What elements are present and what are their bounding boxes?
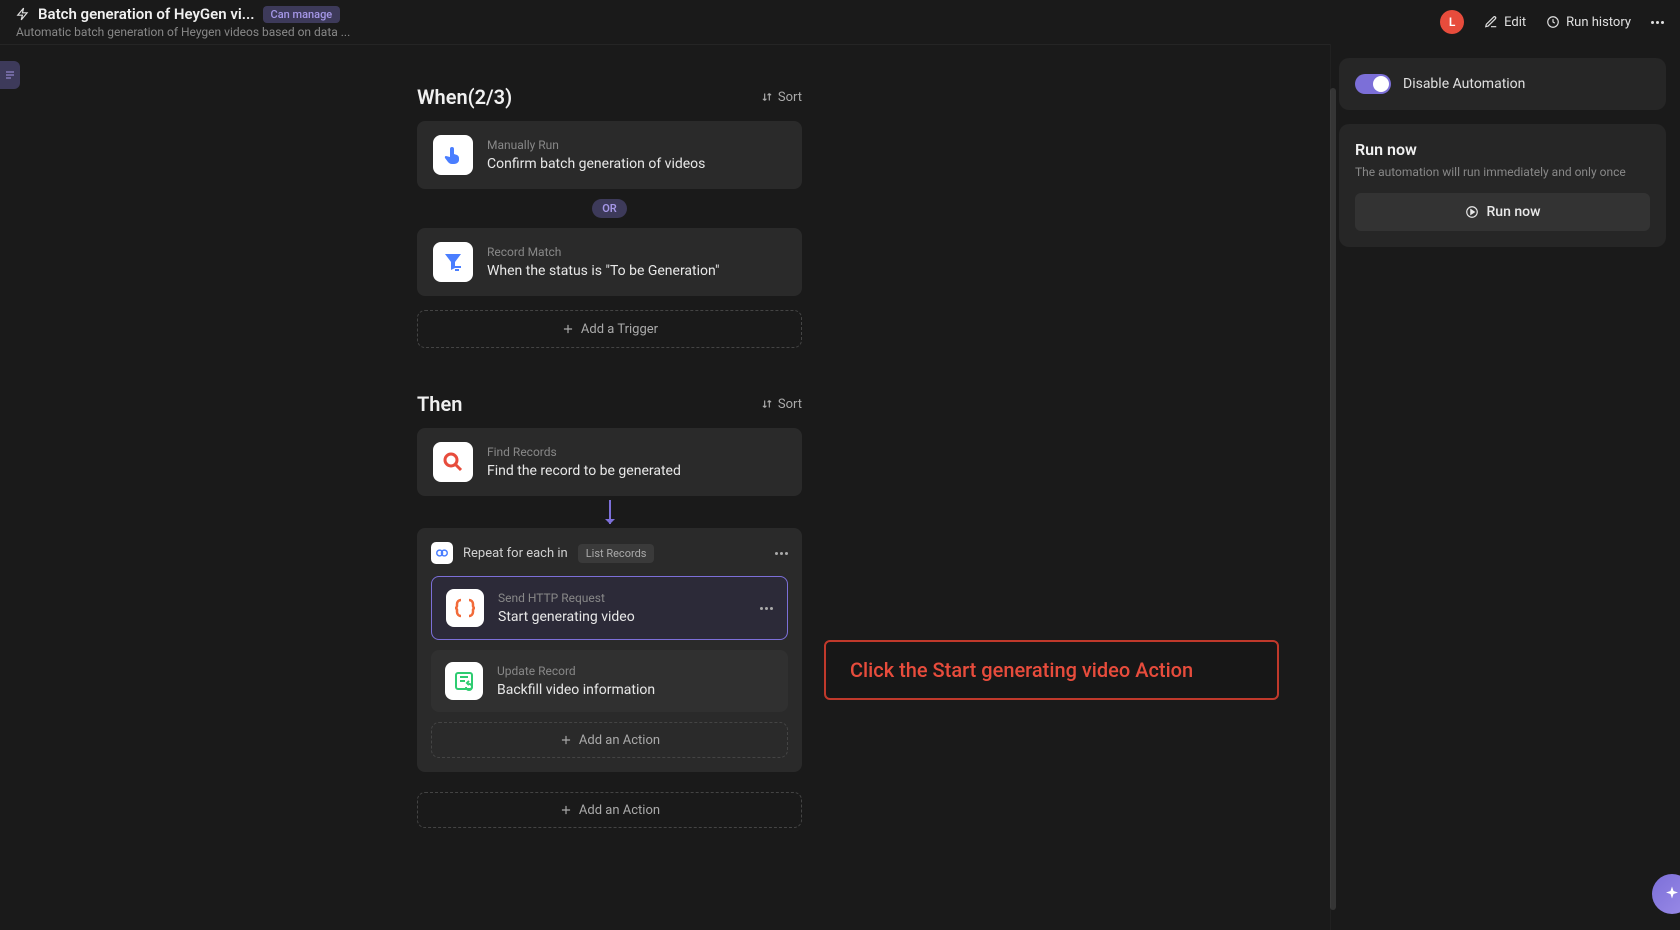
card-body: Find Records Find the record to be gener… <box>487 445 786 479</box>
card-body: Update Record Backfill video information <box>497 664 774 698</box>
action-type: Find Records <box>487 445 786 459</box>
add-action-label: Add an Action <box>579 733 660 748</box>
card-body: Record Match When the status is "To be G… <box>487 245 786 279</box>
page-title: Batch generation of HeyGen vi... <box>38 5 255 23</box>
add-action-button[interactable]: Add an Action <box>417 792 802 828</box>
search-icon <box>433 442 473 482</box>
action-more-button[interactable] <box>760 607 773 610</box>
then-sort-button[interactable]: Sort <box>760 397 802 412</box>
filter-icon <box>433 242 473 282</box>
hand-tap-icon <box>433 135 473 175</box>
sort-label: Sort <box>778 90 802 105</box>
disable-automation-toggle[interactable] <box>1355 74 1391 94</box>
edit-label: Edit <box>1504 15 1526 30</box>
more-menu-button[interactable] <box>1651 21 1664 24</box>
callout-text: Click the Start generating video Action <box>850 658 1193 682</box>
loop-label: Repeat for each in <box>463 546 568 561</box>
action-type: Update Record <box>497 664 774 678</box>
update-record-icon <box>445 662 483 700</box>
loop-container: Repeat for each in List Records Send HTT… <box>417 528 802 772</box>
flow-connector <box>609 500 611 524</box>
loop-add-action-button[interactable]: Add an Action <box>431 722 788 758</box>
toggle-row: Disable Automation <box>1355 74 1650 94</box>
run-now-button[interactable]: Run now <box>1355 193 1650 231</box>
workflow-column: When(2/3) Sort Manually Run Confirm batc… <box>417 85 802 828</box>
header-right: L Edit Run history <box>1440 10 1664 34</box>
run-now-desc: The automation will run immediately and … <box>1355 165 1650 179</box>
run-now-button-label: Run now <box>1487 204 1541 220</box>
action-start-generating-video[interactable]: Send HTTP Request Start generating video <box>431 576 788 640</box>
workflow-canvas[interactable]: When(2/3) Sort Manually Run Confirm batc… <box>0 44 1330 930</box>
card-body: Manually Run Confirm batch generation of… <box>487 138 786 172</box>
disable-automation-card: Disable Automation <box>1339 58 1666 110</box>
run-history-label: Run history <box>1566 15 1631 30</box>
expand-sidebar-tab[interactable] <box>0 61 20 89</box>
add-action-label: Add an Action <box>579 803 660 818</box>
loop-more-button[interactable] <box>775 552 788 555</box>
run-now-card: Run now The automation will run immediat… <box>1339 124 1666 247</box>
instruction-callout: Click the Start generating video Action <box>824 640 1279 700</box>
trigger-title: When the status is "To be Generation" <box>487 263 786 279</box>
action-type: Send HTTP Request <box>498 591 746 605</box>
permission-badge: Can manage <box>263 6 341 23</box>
run-history-button[interactable]: Run history <box>1546 15 1631 30</box>
http-icon <box>446 589 484 627</box>
run-now-title: Run now <box>1355 140 1650 159</box>
then-section: Then Sort Find Records Find the record t… <box>417 392 802 828</box>
then-title: Then <box>417 392 462 416</box>
trigger-title: Confirm batch generation of videos <box>487 156 786 172</box>
main: When(2/3) Sort Manually Run Confirm batc… <box>0 44 1680 930</box>
sort-label: Sort <box>778 397 802 412</box>
action-title: Backfill video information <box>497 682 774 698</box>
loop-source-pill[interactable]: List Records <box>578 544 655 563</box>
title-row: Batch generation of HeyGen vi... Can man… <box>16 5 350 23</box>
or-separator: OR <box>592 199 627 218</box>
loop-header: Repeat for each in List Records <box>431 542 788 564</box>
header: Batch generation of HeyGen vi... Can man… <box>0 0 1680 44</box>
trigger-manually-run[interactable]: Manually Run Confirm batch generation of… <box>417 121 802 189</box>
edit-button[interactable]: Edit <box>1484 15 1526 30</box>
add-trigger-button[interactable]: Add a Trigger <box>417 310 802 348</box>
trigger-type: Record Match <box>487 245 786 259</box>
right-panel: Disable Automation Run now The automatio… <box>1330 44 1680 930</box>
add-trigger-label: Add a Trigger <box>581 322 658 337</box>
then-section-head: Then Sort <box>417 392 802 416</box>
automation-bolt-icon <box>16 7 30 21</box>
action-title: Find the record to be generated <box>487 463 786 479</box>
loop-icon <box>431 542 453 564</box>
when-sort-button[interactable]: Sort <box>760 90 802 105</box>
disable-label: Disable Automation <box>1403 76 1525 92</box>
when-title: When(2/3) <box>417 85 512 109</box>
trigger-record-match[interactable]: Record Match When the status is "To be G… <box>417 228 802 296</box>
action-backfill-video-info[interactable]: Update Record Backfill video information <box>431 650 788 712</box>
header-left: Batch generation of HeyGen vi... Can man… <box>16 5 350 39</box>
scrollbar[interactable] <box>1330 88 1336 910</box>
trigger-type: Manually Run <box>487 138 786 152</box>
page-subtitle: Automatic batch generation of Heygen vid… <box>16 25 350 39</box>
avatar[interactable]: L <box>1440 10 1464 34</box>
action-find-records[interactable]: Find Records Find the record to be gener… <box>417 428 802 496</box>
when-section-head: When(2/3) Sort <box>417 85 802 109</box>
action-title: Start generating video <box>498 609 746 625</box>
card-body: Send HTTP Request Start generating video <box>498 591 746 625</box>
